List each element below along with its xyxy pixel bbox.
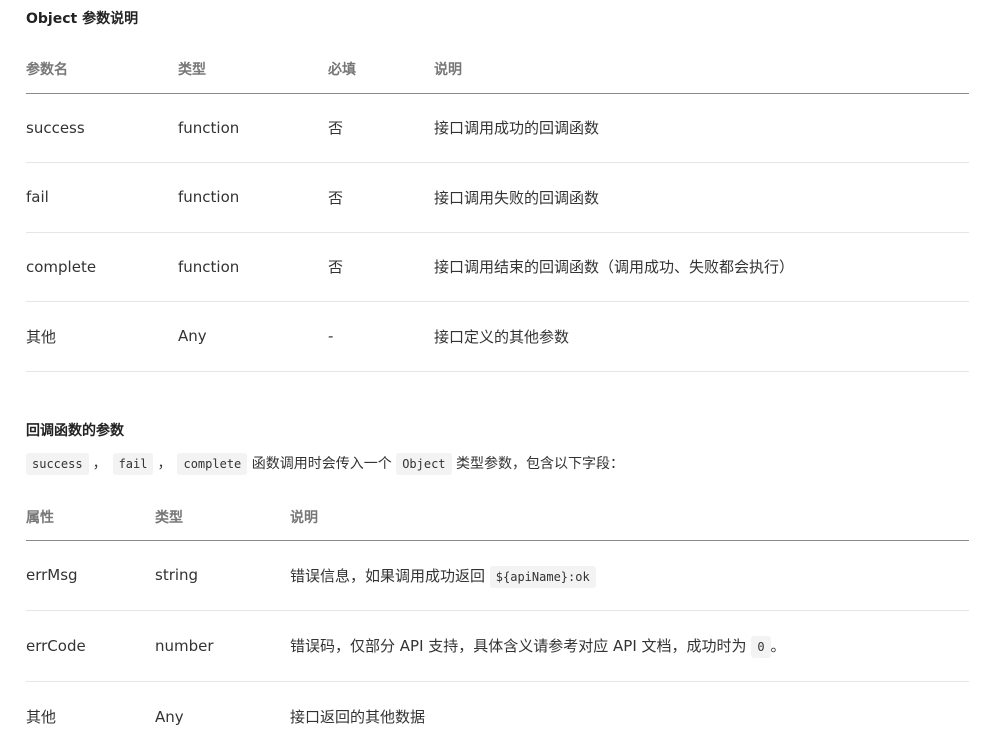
column-header-type: 类型 bbox=[178, 46, 328, 94]
param-desc-cell: 接口调用结束的回调函数（调用成功、失败都会执行） bbox=[434, 232, 969, 302]
column-header-type: 类型 bbox=[155, 494, 290, 541]
column-header-property: 属性 bbox=[26, 494, 155, 541]
property-name-cell: errCode bbox=[26, 610, 155, 682]
property-type-cell: string bbox=[155, 540, 290, 611]
param-type-cell: function bbox=[178, 232, 328, 302]
inline-code-object: Object bbox=[396, 453, 452, 475]
table-header-row: 参数名 类型 必填 说明 bbox=[26, 46, 969, 94]
table-row: errMsg string 错误信息，如果调用成功返回 ${apiName}:o… bbox=[26, 540, 969, 611]
table-row: 其他 Any - 接口定义的其他参数 bbox=[26, 301, 969, 372]
description-text: 类型参数，包含以下字段： bbox=[451, 456, 624, 472]
description-text: 函数调用时会传入一个 bbox=[247, 456, 397, 472]
column-header-description: 说明 bbox=[290, 494, 969, 541]
inline-code: 0 bbox=[751, 636, 771, 659]
table-row: errCode number 错误码，仅部分 API 支持，具体含义请参考对应 … bbox=[26, 610, 969, 682]
column-header-required: 必填 bbox=[328, 46, 434, 94]
property-type-cell: number bbox=[155, 610, 290, 682]
param-desc-cell: 接口定义的其他参数 bbox=[434, 301, 969, 372]
table-row: complete function 否 接口调用结束的回调函数（调用成功、失败都… bbox=[26, 232, 969, 302]
param-desc-cell: 接口调用成功的回调函数 bbox=[434, 93, 969, 163]
param-name-cell: 其他 bbox=[26, 301, 178, 372]
column-header-param-name: 参数名 bbox=[26, 46, 178, 94]
table-row: success function 否 接口调用成功的回调函数 bbox=[26, 93, 969, 163]
param-name-cell: fail bbox=[26, 162, 178, 233]
param-required-cell: 否 bbox=[328, 93, 434, 163]
section-title-callback-params: 回调函数的参数 bbox=[26, 423, 124, 439]
object-params-table: 参数名 类型 必填 说明 success function 否 接口调用成功的回… bbox=[26, 46, 969, 372]
table-header-row: 属性 类型 说明 bbox=[26, 494, 969, 541]
param-required-cell: 否 bbox=[328, 162, 434, 233]
property-name-cell: errMsg bbox=[26, 540, 155, 611]
desc-tail: 。 bbox=[770, 637, 786, 656]
property-desc-cell: 错误信息，如果调用成功返回 ${apiName}:ok bbox=[290, 540, 969, 611]
desc-text: 错误信息，如果调用成功返回 bbox=[290, 566, 490, 585]
property-desc-cell: 错误码，仅部分 API 支持，具体含义请参考对应 API 文档，成功时为 0。 bbox=[290, 610, 969, 682]
param-type-cell: function bbox=[178, 162, 328, 233]
inline-code-success: success bbox=[26, 453, 89, 475]
table-row: fail function 否 接口调用失败的回调函数 bbox=[26, 162, 969, 233]
separator: ， bbox=[157, 456, 172, 472]
param-name-cell: success bbox=[26, 93, 178, 163]
inline-code: ${apiName}:ok bbox=[489, 565, 596, 588]
param-required-cell: - bbox=[328, 301, 434, 372]
desc-text: 接口返回的其他数据 bbox=[290, 708, 426, 726]
column-header-description: 说明 bbox=[434, 46, 969, 94]
section-title-object-params: Object 参数说明 bbox=[26, 11, 139, 27]
separator: ， bbox=[92, 456, 107, 472]
desc-text: 错误码，仅部分 API 支持，具体含义请参考对应 API 文档，成功时为 bbox=[290, 637, 752, 656]
param-desc-cell: 接口调用失败的回调函数 bbox=[434, 162, 969, 233]
param-type-cell: Any bbox=[178, 301, 328, 372]
inline-code-fail: fail bbox=[112, 453, 154, 475]
callback-description: success， fail， complete 函数调用时会传入一个 Object … bbox=[26, 451, 624, 477]
param-required-cell: 否 bbox=[328, 232, 434, 302]
param-type-cell: function bbox=[178, 93, 328, 163]
inline-code-complete: complete bbox=[177, 453, 248, 475]
callback-params-table: 属性 类型 说明 errMsg string 错误信息，如果调用成功返回 ${a… bbox=[26, 494, 969, 752]
param-name-cell: complete bbox=[26, 232, 178, 302]
